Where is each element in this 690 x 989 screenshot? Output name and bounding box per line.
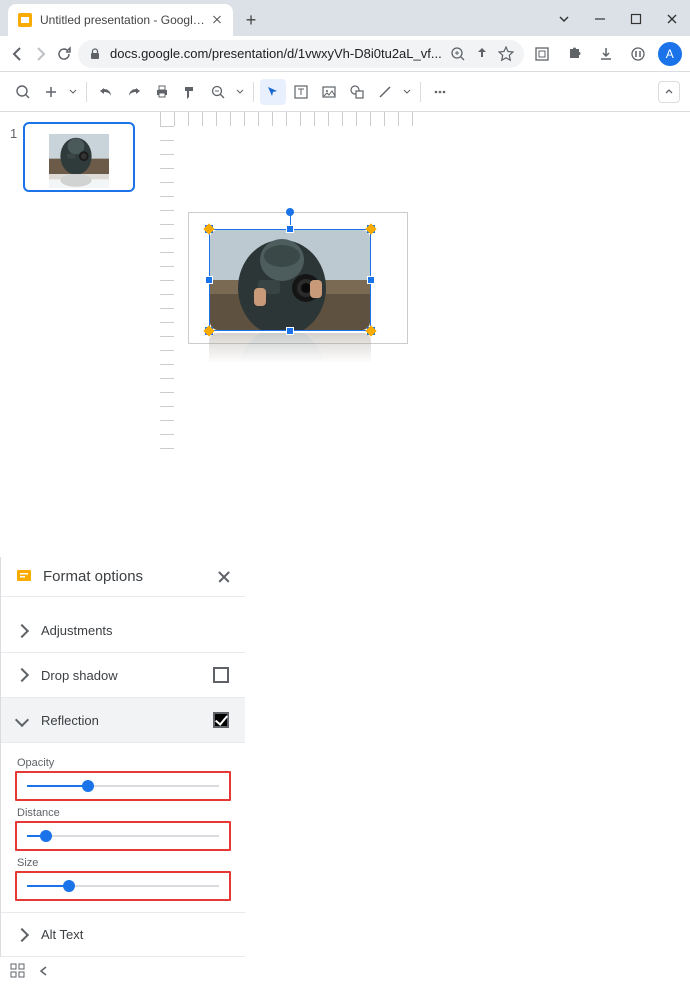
share-icon[interactable] xyxy=(474,46,490,62)
opacity-label: Opacity xyxy=(17,757,229,769)
format-options-panel: Format options Adjustments Drop shadow R… xyxy=(0,557,245,957)
reflection-checkbox[interactable] xyxy=(213,712,229,728)
slider-thumb[interactable] xyxy=(40,830,52,842)
resize-handle[interactable] xyxy=(205,276,213,284)
chevron-down-icon xyxy=(15,713,29,727)
slider-thumb[interactable] xyxy=(82,780,94,792)
slide-photo xyxy=(210,230,370,330)
download-icon[interactable] xyxy=(594,42,618,66)
size-slider[interactable] xyxy=(27,885,219,887)
distance-slider[interactable] xyxy=(27,835,219,837)
undo-button[interactable] xyxy=(93,79,119,105)
zoom-icon[interactable] xyxy=(450,46,466,62)
shape-tool[interactable] xyxy=(344,79,370,105)
pause-icon[interactable] xyxy=(626,42,650,66)
selected-image[interactable] xyxy=(209,229,371,331)
url-text: docs.google.com/presentation/d/1vwxyVh-D… xyxy=(110,46,442,61)
paint-format-button[interactable] xyxy=(177,79,203,105)
format-options-icon xyxy=(15,568,33,586)
slide-number: 1 xyxy=(10,122,17,547)
prev-slide-button[interactable] xyxy=(38,964,50,982)
new-slide-button[interactable] xyxy=(38,79,64,105)
close-panel-button[interactable] xyxy=(217,570,231,584)
new-tab-button[interactable]: + xyxy=(237,6,265,34)
size-slider-highlight xyxy=(15,871,231,901)
opacity-slider-highlight xyxy=(15,771,231,801)
textbox-tool[interactable] xyxy=(288,79,314,105)
collapse-toolbar-button[interactable] xyxy=(658,81,680,103)
slide-page[interactable] xyxy=(188,212,408,344)
size-label: Size xyxy=(17,857,229,869)
resize-handle[interactable] xyxy=(286,327,294,335)
bookmark-star-icon[interactable] xyxy=(498,46,514,62)
horizontal-ruler xyxy=(160,112,690,126)
vertical-ruler xyxy=(160,126,174,557)
grid-view-button[interactable] xyxy=(10,963,26,984)
alt-text-section[interactable]: Alt Text xyxy=(1,913,245,957)
zoom-dropdown[interactable] xyxy=(233,79,247,105)
filmstrip: 1 xyxy=(0,112,160,557)
search-menu-button[interactable] xyxy=(10,79,36,105)
lock-icon xyxy=(88,47,102,61)
redo-button[interactable] xyxy=(121,79,147,105)
maximize-button[interactable] xyxy=(618,4,654,34)
forward-button[interactable] xyxy=(32,41,50,67)
resize-handle[interactable] xyxy=(286,225,294,233)
drop-shadow-checkbox[interactable] xyxy=(213,667,229,683)
new-slide-dropdown[interactable] xyxy=(66,79,80,105)
distance-slider-highlight xyxy=(15,821,231,851)
panel-title: Format options xyxy=(43,568,217,585)
chevron-down-icon[interactable] xyxy=(546,4,582,34)
drop-shadow-section[interactable]: Drop shadow xyxy=(1,653,245,698)
minimize-button[interactable] xyxy=(582,4,618,34)
resize-handle[interactable] xyxy=(367,276,375,284)
more-button[interactable] xyxy=(427,79,453,105)
puzzle-icon[interactable] xyxy=(562,42,586,66)
slides-favicon-icon xyxy=(18,13,32,27)
slide-thumbnail[interactable] xyxy=(23,122,135,192)
slide-canvas[interactable] xyxy=(160,112,690,557)
image-tool[interactable] xyxy=(316,79,342,105)
print-button[interactable] xyxy=(149,79,175,105)
back-button[interactable] xyxy=(8,41,26,67)
thumbnail-photo xyxy=(49,134,109,174)
line-tool[interactable] xyxy=(372,79,398,105)
close-tab-button[interactable] xyxy=(211,14,223,26)
address-bar[interactable]: docs.google.com/presentation/d/1vwxyVh-D… xyxy=(78,40,524,68)
distance-label: Distance xyxy=(17,807,229,819)
zoom-button[interactable] xyxy=(205,79,231,105)
opacity-slider[interactable] xyxy=(27,785,219,787)
chevron-right-icon xyxy=(15,927,29,941)
close-window-button[interactable] xyxy=(654,4,690,34)
adjustments-section[interactable]: Adjustments xyxy=(1,609,245,653)
image-reflection xyxy=(209,333,371,363)
tab-title: Untitled presentation - Google Slides xyxy=(40,13,207,27)
line-dropdown[interactable] xyxy=(400,79,414,105)
reload-button[interactable] xyxy=(56,41,72,67)
reflection-section[interactable]: Reflection xyxy=(1,698,245,743)
profile-avatar[interactable]: A xyxy=(658,42,682,66)
slider-thumb[interactable] xyxy=(63,880,75,892)
chevron-right-icon xyxy=(15,668,29,682)
chevron-right-icon xyxy=(15,623,29,637)
extension-icon[interactable] xyxy=(530,42,554,66)
rotate-handle[interactable] xyxy=(286,208,294,216)
browser-tab[interactable]: Untitled presentation - Google Slides xyxy=(8,4,233,36)
select-tool[interactable] xyxy=(260,79,286,105)
